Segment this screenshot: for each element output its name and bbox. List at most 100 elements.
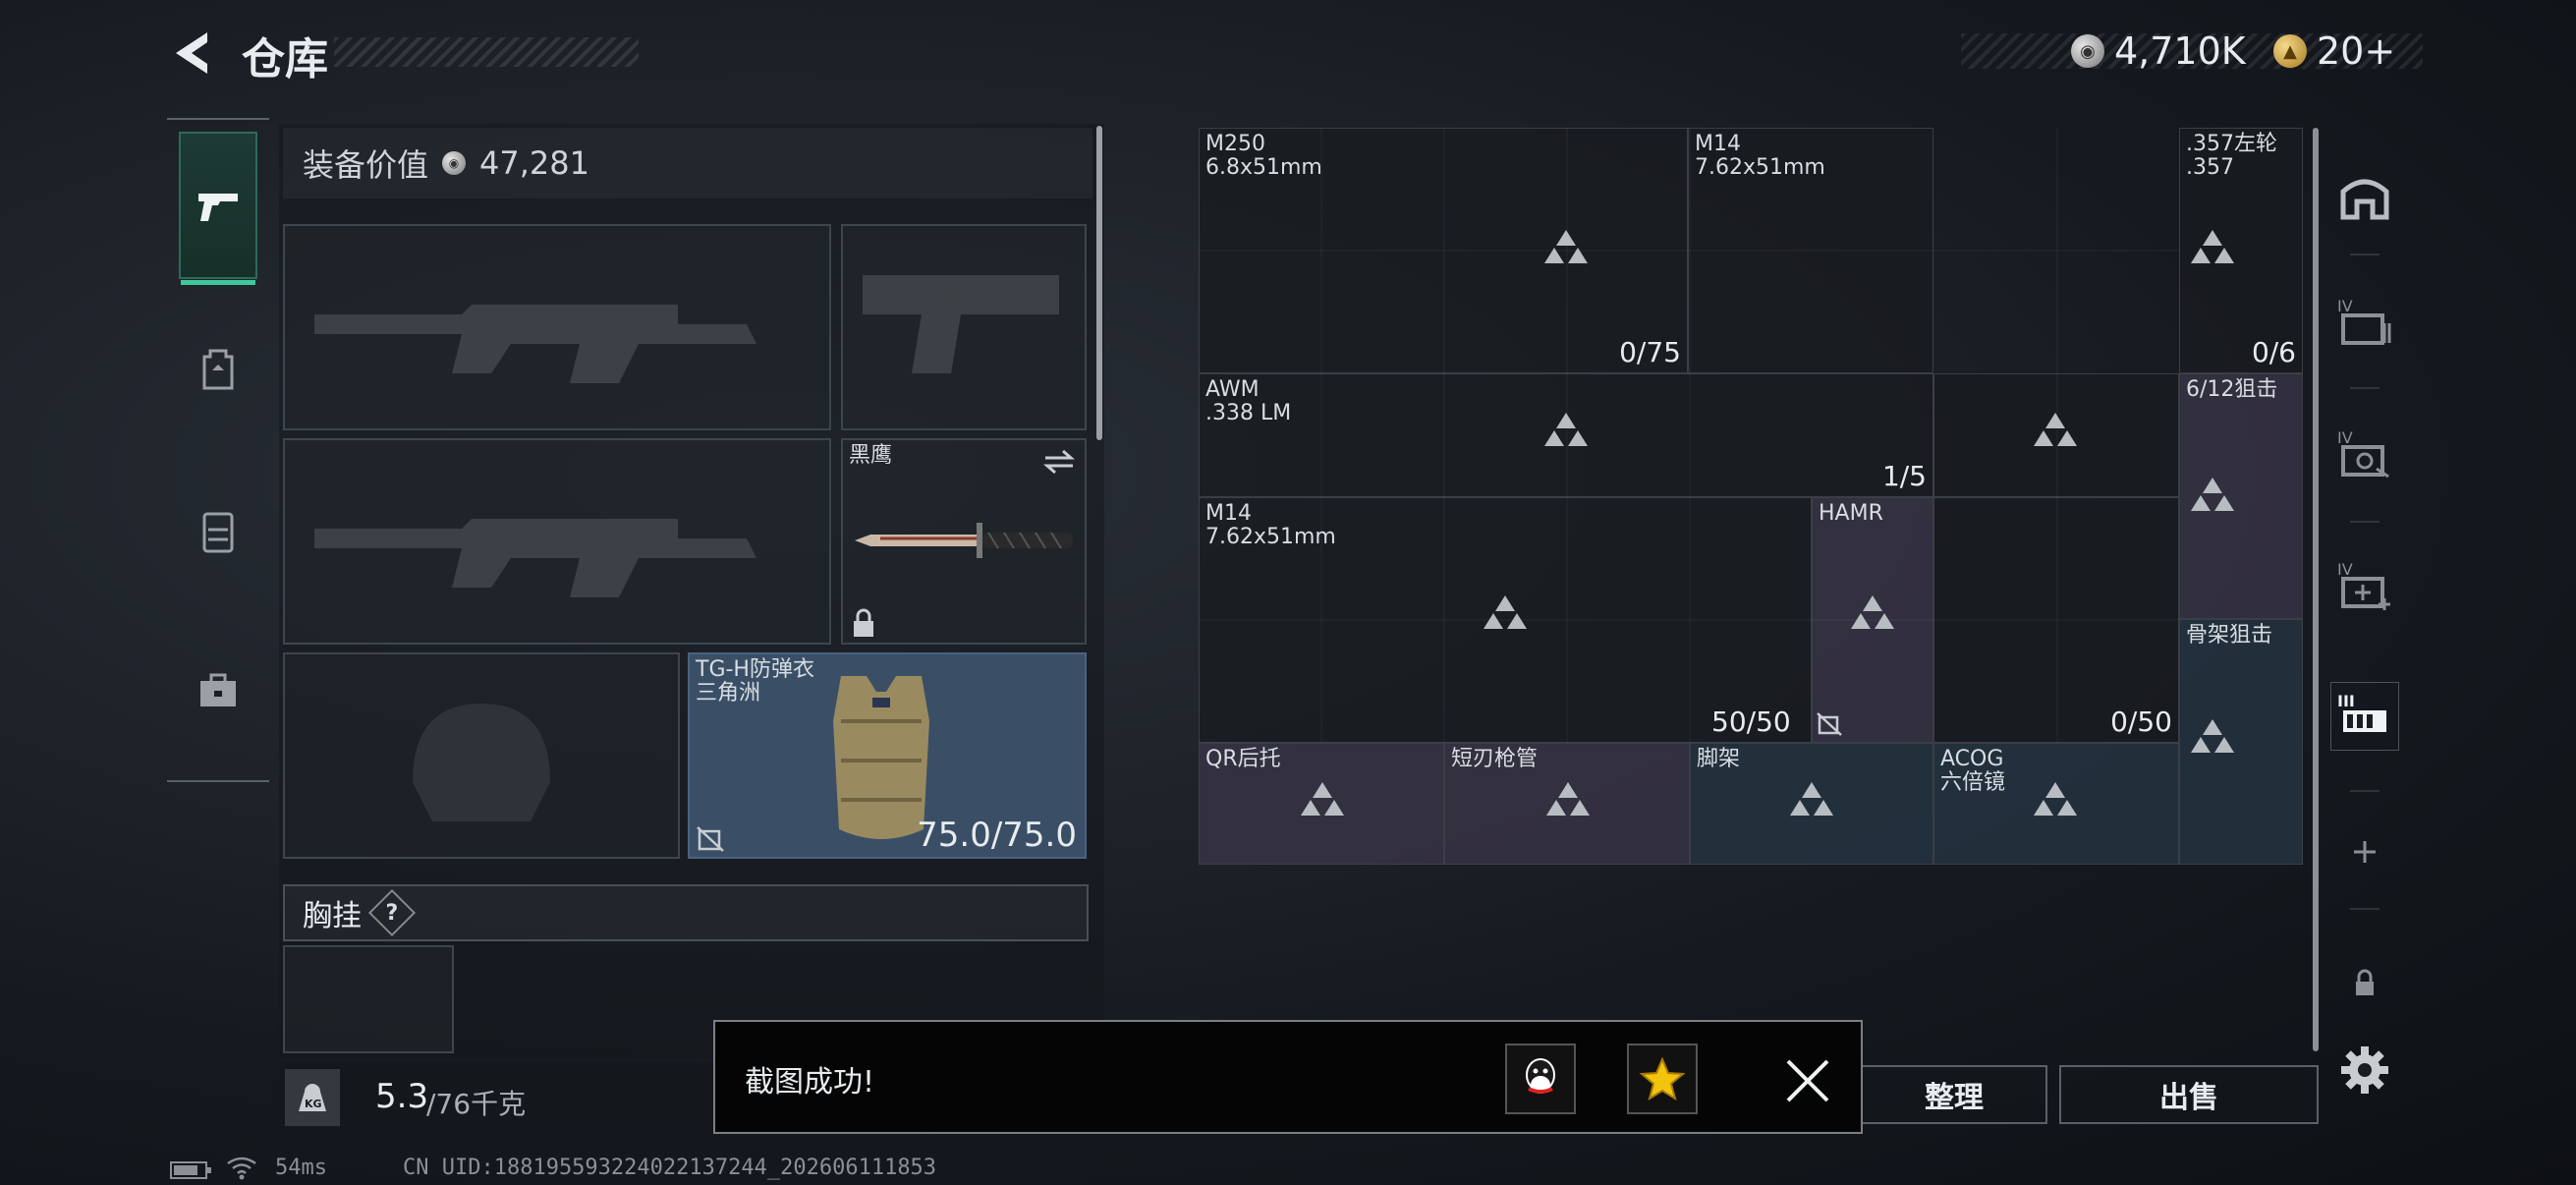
armor-slot[interactable]: TG-H防弹衣 三角洲 75.0/75.0 [688, 652, 1087, 859]
storage-iv-search-icon[interactable]: IV [2330, 419, 2399, 487]
share-qq-button[interactable] [1505, 1044, 1576, 1114]
back-button[interactable] [167, 26, 216, 81]
sidearm-slot[interactable] [841, 224, 1087, 430]
settings-button[interactable] [2330, 1036, 2399, 1104]
item-name: 短刃枪管 [1451, 747, 1539, 771]
item-subtitle: 六倍镜 [1940, 770, 2006, 795]
grid-item-m250[interactable]: M250 6.8x51mm 0/75 [1199, 128, 1688, 373]
item-count: 0/75 [1619, 336, 1681, 368]
quality-triangle-icon [2034, 782, 2077, 816]
item-name: AWM [1205, 377, 1260, 402]
item-caliber: 7.62x51mm [1205, 525, 1336, 549]
primary-weapon-slot-2[interactable] [283, 438, 831, 645]
storage-iv-medical-icon[interactable]: IV [2330, 550, 2399, 619]
toast-message: 截图成功! [745, 1065, 875, 1100]
gold-currency[interactable]: ▲ 20+ [2273, 29, 2395, 73]
grid-item-m14-a[interactable]: M14 7.62x51mm [1688, 128, 1933, 373]
item-count: 0/50 [2110, 705, 2172, 738]
vest-tab-icon [202, 512, 234, 553]
sell-button[interactable]: 出售 [2059, 1065, 2319, 1124]
equipment-scrollbar[interactable] [1096, 126, 1102, 440]
equipment-value-bar: 装备价值 ◉ 47,281 [283, 128, 1092, 198]
equipment-value-amount: 47,281 [479, 144, 589, 182]
svg-text:IV: IV [2337, 428, 2353, 447]
quality-triangle-icon [1544, 413, 1588, 446]
item-count: 0/6 [2251, 336, 2296, 368]
m14-b-count: 50/50 [1711, 705, 1791, 738]
tab-backpack[interactable] [179, 295, 257, 442]
silver-currency[interactable]: ◉ 4,710K [2071, 29, 2246, 73]
sidebar-divider [2350, 790, 2380, 792]
no-insure-icon [1817, 712, 1842, 736]
grid-item-slot[interactable]: 0/50 [1933, 497, 2179, 743]
item-name: M250 [1205, 132, 1265, 156]
pistol-silhouette-icon [863, 275, 1059, 373]
svg-text:KG: KG [305, 1098, 322, 1110]
chest-rig-header: 胸挂 ? [283, 884, 1089, 941]
lock-icon [2356, 969, 2374, 995]
share-star-button[interactable] [1627, 1044, 1698, 1114]
item-name: ACOG [1940, 747, 2004, 771]
primary-weapon-slot-1[interactable] [283, 224, 831, 430]
gold-coin-icon: ▲ [2273, 34, 2307, 68]
quality-triangle-icon [1851, 595, 1894, 629]
equipment-value-label: 装备价值 [303, 146, 429, 184]
uid-readout: CN UID:188195593224022137244_20260611185… [403, 1156, 937, 1180]
no-insure-icon [697, 826, 724, 852]
grid-scrollbar[interactable] [2313, 128, 2319, 1051]
helmet-slot[interactable] [283, 652, 680, 859]
storage-iv-icon[interactable]: IV [2330, 287, 2399, 356]
melee-name: 黑鹰 [849, 443, 893, 468]
item-caliber: 6.8x51mm [1205, 155, 1322, 180]
title-decoration [334, 37, 639, 67]
gold-amount: 20+ [2317, 29, 2396, 73]
help-icon[interactable]: ? [367, 888, 417, 937]
item-caliber: .357 [2186, 155, 2234, 180]
melee-slot[interactable]: 黑鹰 [841, 438, 1087, 645]
kg-icon: KG [285, 1069, 340, 1126]
silver-coin-icon: ◉ [2071, 34, 2104, 68]
page-title: 仓库 [242, 34, 328, 85]
armor-brand: 三角洲 [696, 681, 761, 705]
rifle-silhouette-icon [314, 519, 756, 597]
svg-text:III: III [2337, 692, 2355, 710]
quality-triangle-icon [2191, 230, 2234, 263]
quality-triangle-icon [2191, 478, 2234, 511]
wifi-icon [227, 1157, 256, 1180]
sidebar-divider [2350, 908, 2380, 910]
quality-triangle-icon [1544, 230, 1588, 263]
swap-icon[interactable] [1041, 448, 1077, 476]
tab-weapons[interactable] [179, 132, 257, 285]
quality-triangle-icon [2191, 719, 2234, 753]
item-count: 1/5 [1881, 460, 1927, 492]
back-arrow-icon [176, 32, 207, 74]
item-name: 脚架 [1697, 747, 1741, 771]
silver-coin-icon: ◉ [442, 151, 467, 175]
quality-triangle-icon [1546, 782, 1590, 816]
quality-triangle-icon [1790, 782, 1833, 816]
svg-text:IV: IV [2337, 297, 2353, 315]
storage-iii-ammo-icon[interactable]: III [2330, 682, 2399, 751]
armor-name: TG-H防弹衣 [696, 657, 814, 682]
knife-image [855, 523, 1073, 558]
backpack-tab-icon [202, 349, 234, 390]
toast-close-button[interactable] [1780, 1053, 1835, 1108]
add-container-button[interactable] [2330, 818, 2399, 886]
tab-vest[interactable] [179, 458, 257, 605]
lock-icon [854, 608, 873, 637]
sort-button[interactable]: 整理 [1861, 1065, 2047, 1124]
sidebar-divider [2350, 521, 2380, 523]
weight-current: 5.3 [375, 1077, 429, 1116]
item-name: 骨架狙击 [2186, 623, 2273, 648]
plus-icon [2354, 841, 2376, 863]
armor-durability: 75.0/75.0 [917, 816, 1077, 855]
tab-briefcase[interactable] [179, 617, 257, 764]
chest-rig-slot[interactable] [283, 945, 454, 1053]
weapon-parts-grid: M250 6.8x51mm 0/75 M14 7.62x51mm .357左轮 … [1199, 128, 2303, 865]
silver-amount: 4,710K [2114, 29, 2246, 73]
quality-triangle-icon [2034, 413, 2077, 446]
quality-triangle-icon [1301, 782, 1344, 816]
lock-toggle-button[interactable] [2330, 949, 2399, 1018]
weight-max: /76千克 [426, 1088, 527, 1120]
home-container-icon[interactable] [2330, 161, 2399, 230]
